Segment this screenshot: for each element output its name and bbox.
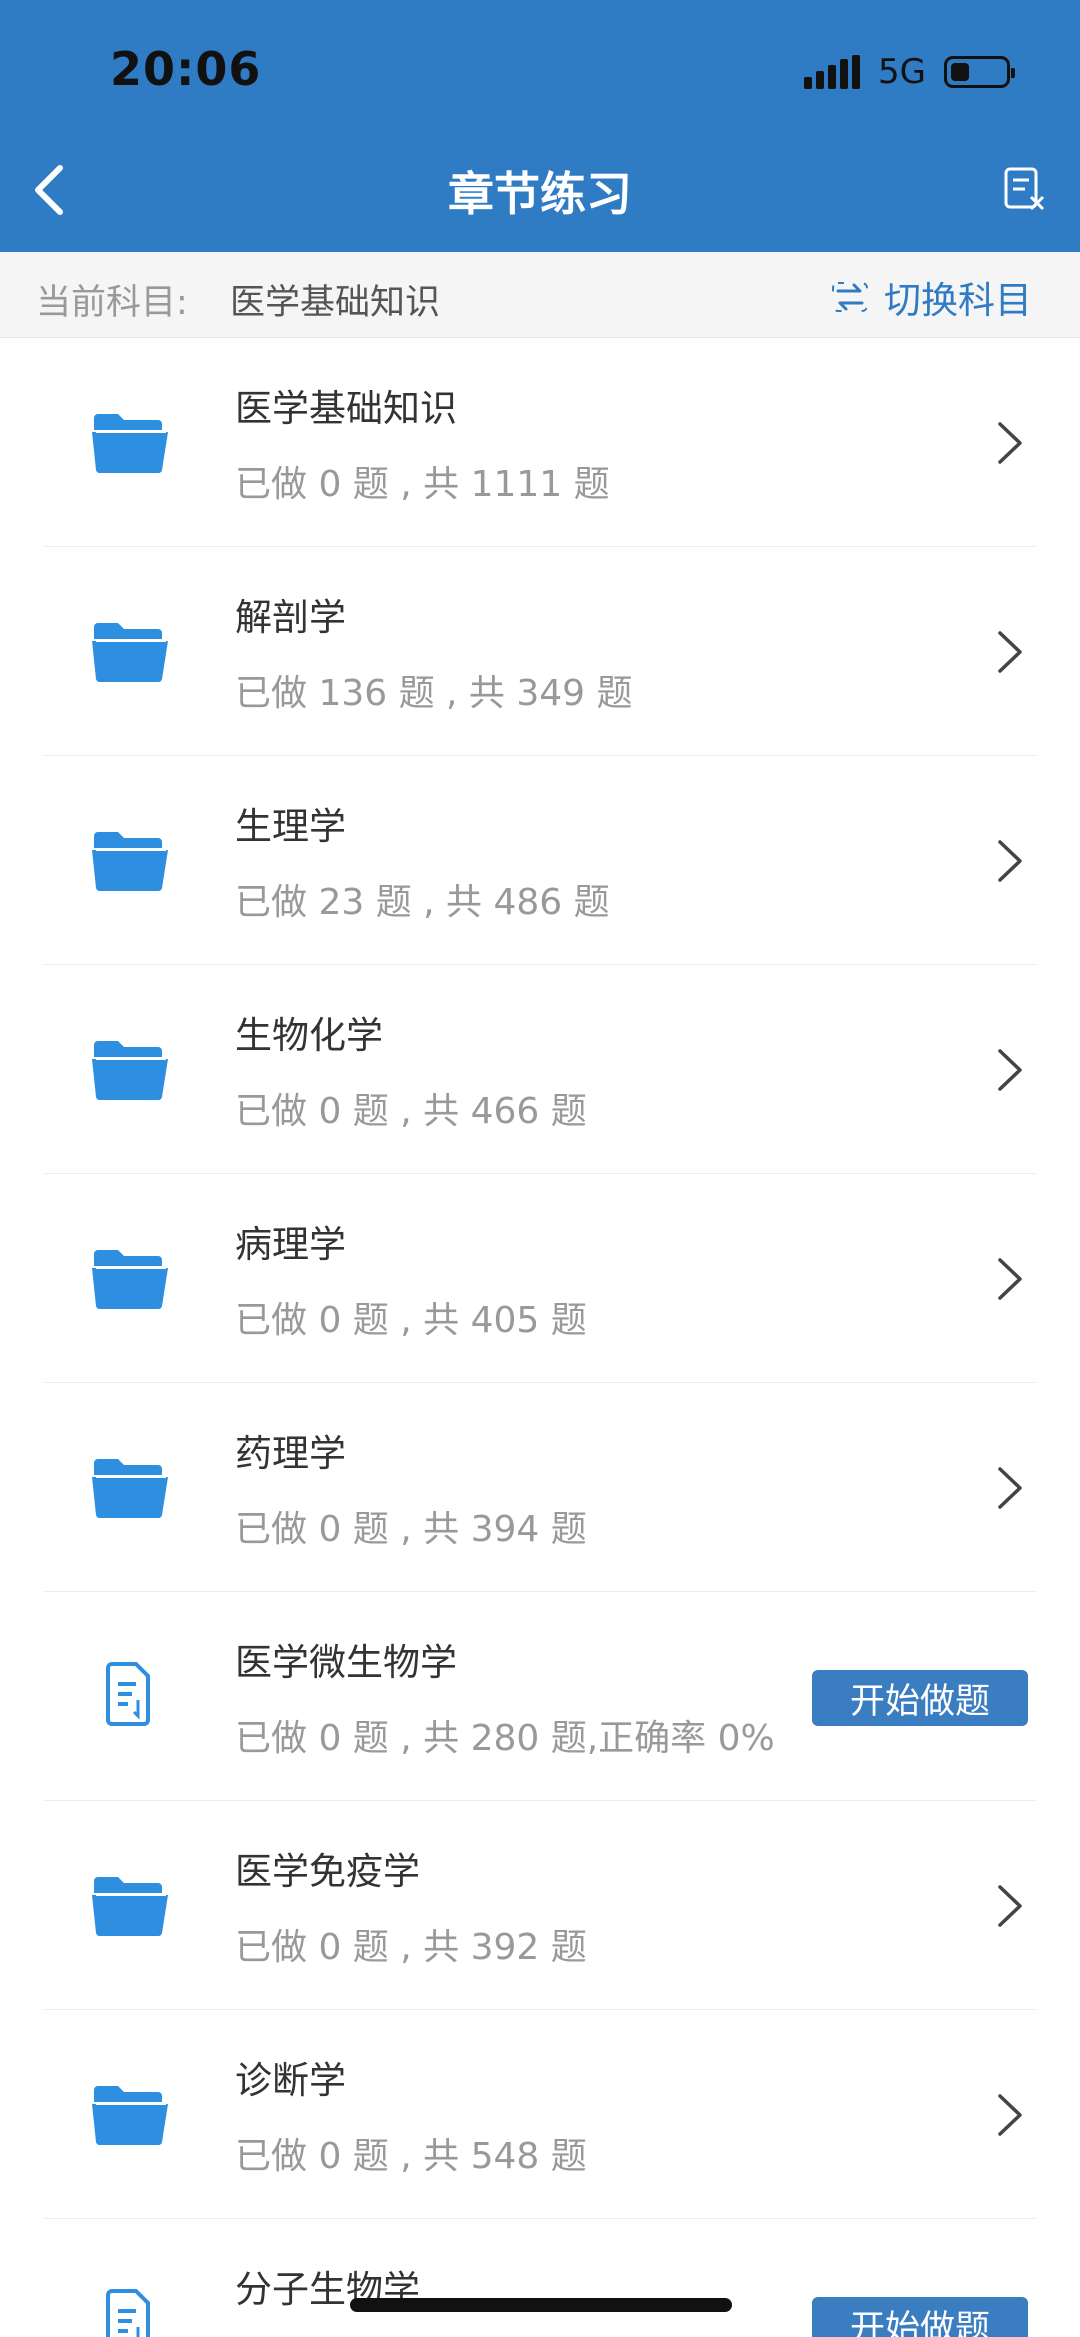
- switch-icon: [832, 282, 868, 312]
- chapter-progress: 已做 0 题 , 共 394 题: [235, 1509, 587, 1550]
- clear-list-icon: [1004, 167, 1045, 211]
- chapter-title: 生理学: [235, 805, 346, 848]
- battery-icon: [944, 56, 1015, 88]
- chapter-title: 生物化学: [235, 1014, 383, 1057]
- chevron-right-icon[interactable]: [992, 1463, 1028, 1513]
- chapter-row[interactable]: 病理学已做 0 题 , 共 405 题: [0, 1174, 1080, 1383]
- chapter-title: 医学免疫学: [235, 1850, 420, 1893]
- folder-icon: [90, 1033, 170, 1103]
- subject-label: 当前科目:: [36, 283, 188, 323]
- chevron-right-icon[interactable]: [992, 836, 1028, 886]
- chapter-row[interactable]: 药理学已做 0 题 , 共 394 题: [0, 1383, 1080, 1592]
- start-practice-button[interactable]: 开始做题: [812, 2297, 1028, 2337]
- chapter-row[interactable]: 诊断学已做 0 题 , 共 548 题: [0, 2010, 1080, 2219]
- chapter-list: 医学基础知识已做 0 题 , 共 1111 题解剖学已做 136 题 , 共 3…: [0, 338, 1080, 2337]
- chevron-right-icon[interactable]: [992, 2090, 1028, 2140]
- chapter-progress: 已做 0 题 , 共 1111 题: [235, 464, 610, 505]
- page-title: 章节练习: [448, 167, 632, 221]
- chapter-row[interactable]: 医学免疫学已做 0 题 , 共 392 题: [0, 1801, 1080, 2010]
- folder-icon: [90, 406, 170, 476]
- folder-icon: [90, 824, 170, 894]
- chapter-progress: 已做 0 题 , 共 548 题: [235, 2136, 587, 2177]
- chapter-row[interactable]: 分子生物学 开始做题: [0, 2219, 1080, 2337]
- subject-name: 医学基础知识: [230, 283, 441, 323]
- chapter-title: 医学微生物学: [235, 1641, 457, 1684]
- folder-icon: [90, 615, 170, 685]
- chapter-row[interactable]: 医学基础知识已做 0 题 , 共 1111 题: [0, 338, 1080, 547]
- chapter-row[interactable]: 医学微生物学已做 0 题 , 共 280 题,正确率 0% 开始做题: [0, 1592, 1080, 1801]
- document-icon: [90, 2287, 170, 2337]
- folder-icon: [90, 1242, 170, 1312]
- chapter-title: 解剖学: [235, 596, 346, 639]
- chapter-progress: 已做 0 题 , 共 466 题: [235, 1091, 587, 1132]
- status-time: 20:06: [110, 42, 262, 96]
- chapter-progress: 已做 23 题 , 共 486 题: [235, 882, 610, 923]
- folder-icon: [90, 2078, 170, 2148]
- chapter-progress: 已做 0 题 , 共 280 题,正确率 0%: [235, 1718, 775, 1759]
- chapter-progress: 已做 0 题 , 共 392 题: [235, 1927, 587, 1968]
- status-icons: 5G: [804, 52, 1015, 92]
- switch-subject-label: 切换科目: [884, 279, 1032, 322]
- chevron-right-icon[interactable]: [992, 1254, 1028, 1304]
- chapter-progress: 已做 136 题 , 共 349 题: [235, 673, 633, 714]
- folder-icon: [90, 1869, 170, 1939]
- start-practice-button[interactable]: 开始做题: [812, 1670, 1028, 1726]
- signal-icon: [804, 55, 861, 89]
- chapter-title: 病理学: [235, 1223, 346, 1266]
- current-subject-bar: 当前科目: 医学基础知识 切换科目: [0, 252, 1080, 338]
- chapter-title: 医学基础知识: [235, 387, 457, 430]
- chevron-right-icon[interactable]: [992, 1881, 1028, 1931]
- chapter-title: 药理学: [235, 1432, 346, 1475]
- chapter-row[interactable]: 解剖学已做 136 题 , 共 349 题: [0, 547, 1080, 756]
- chevron-right-icon[interactable]: [992, 1045, 1028, 1095]
- chevron-right-icon[interactable]: [992, 627, 1028, 677]
- home-indicator: [350, 2298, 732, 2312]
- network-type: 5G: [878, 52, 926, 92]
- switch-subject-button[interactable]: 切换科目: [830, 270, 1032, 324]
- folder-icon: [90, 1451, 170, 1521]
- chapter-progress: 已做 0 题 , 共 405 题: [235, 1300, 587, 1341]
- top-bar: 20:06 5G 章节练习: [0, 0, 1080, 252]
- chapter-title: 诊断学: [235, 2059, 346, 2102]
- document-icon: [90, 1660, 170, 1730]
- chevron-right-icon[interactable]: [992, 418, 1028, 468]
- chapter-row[interactable]: 生物化学已做 0 题 , 共 466 题: [0, 965, 1080, 1174]
- clear-records-button[interactable]: [1000, 165, 1050, 215]
- chapter-row[interactable]: 生理学已做 23 题 , 共 486 题: [0, 756, 1080, 965]
